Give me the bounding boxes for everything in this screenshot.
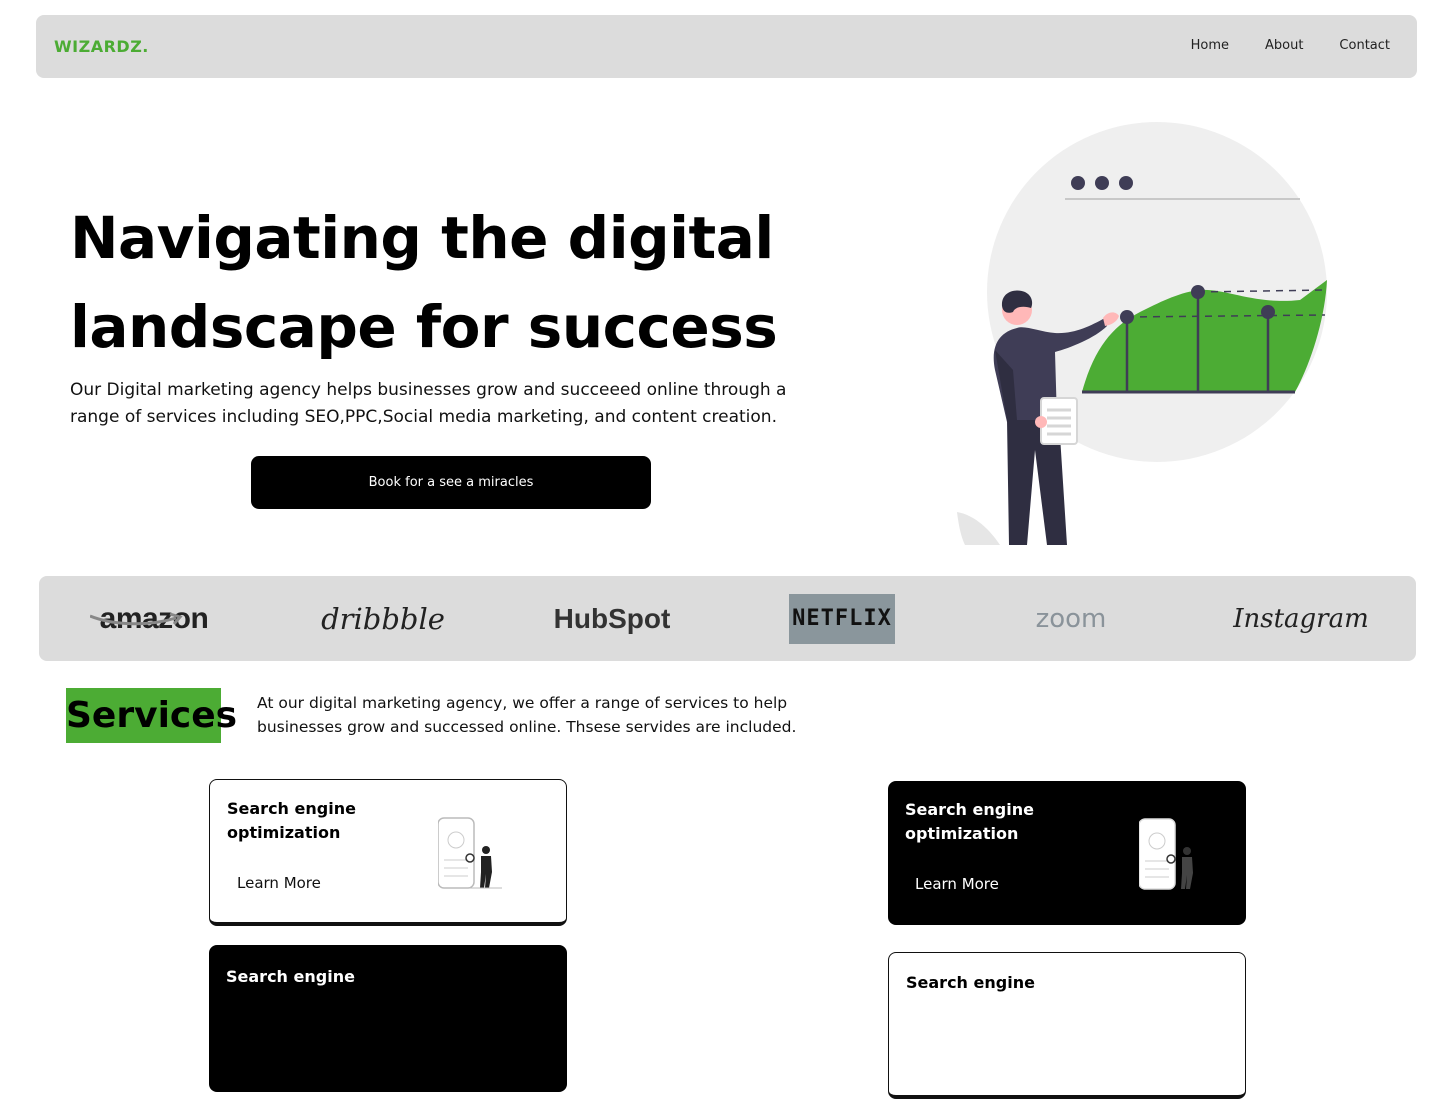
zoom-logo: zoom xyxy=(991,576,1151,661)
service-card[interactable]: Search engine optimization Learn More xyxy=(888,781,1246,925)
service-card[interactable]: Search engine xyxy=(209,945,567,1092)
services-intro: At our digital marketing agency, we offe… xyxy=(257,694,797,736)
brand-logos-bar: amazon dribbble HubSpot NETFLIX zoom Ins… xyxy=(39,576,1416,661)
person-presenting-chart-illustration xyxy=(957,122,1327,545)
services-heading: Services xyxy=(66,688,237,743)
service-card-title: Search engine optimization xyxy=(905,800,1034,843)
nav-about-link[interactable]: About xyxy=(1265,38,1303,53)
learn-more-link[interactable]: Learn More xyxy=(915,875,999,893)
nav-contact-link[interactable]: Contact xyxy=(1339,38,1390,53)
service-card-title: Search engine xyxy=(226,967,355,986)
instagram-logo-text: Instagram xyxy=(1233,603,1369,634)
learn-more-link[interactable]: Learn More xyxy=(237,874,321,892)
netflix-logo-box: NETFLIX xyxy=(789,593,895,644)
hero-title: Navigating the digital landscape for suc… xyxy=(70,194,890,372)
logo[interactable]: WIZARDZ. xyxy=(54,37,149,56)
hero-title-line-2: landscape for success xyxy=(70,293,778,361)
phone-person-illustration xyxy=(438,817,502,889)
service-card[interactable]: Search engine optimization Learn More xyxy=(209,779,567,926)
hubspot-logo-text: HubSpot xyxy=(553,602,671,634)
netflix-logo: NETFLIX xyxy=(789,576,895,661)
dribbble-logo-text: dribbble xyxy=(321,601,445,636)
hero-title-line-1: Navigating the digital xyxy=(70,204,774,272)
nav-home-link[interactable]: Home xyxy=(1191,38,1229,53)
hero-description: Our Digital marketing agency helps busin… xyxy=(70,380,787,427)
book-button[interactable]: Book for a see a miracles xyxy=(251,456,651,509)
amazon-logo: amazon xyxy=(74,576,234,661)
netflix-logo-text: NETFLIX xyxy=(792,606,892,631)
service-card[interactable]: Search engine xyxy=(888,952,1246,1099)
amazon-smile-icon xyxy=(90,612,183,626)
service-card-title: Search engine optimization xyxy=(227,799,356,842)
service-card-title: Search engine xyxy=(906,973,1035,992)
nav-links: Home About Contact xyxy=(1191,38,1390,53)
zoom-logo-text: zoom xyxy=(1035,603,1107,634)
instagram-logo: Instagram xyxy=(1221,576,1381,661)
hubspot-logo: HubSpot xyxy=(532,576,692,661)
navbar: WIZARDZ. Home About Contact xyxy=(36,15,1417,78)
dribbble-logo: dribbble xyxy=(303,576,463,661)
phone-person-illustration xyxy=(1139,818,1193,890)
